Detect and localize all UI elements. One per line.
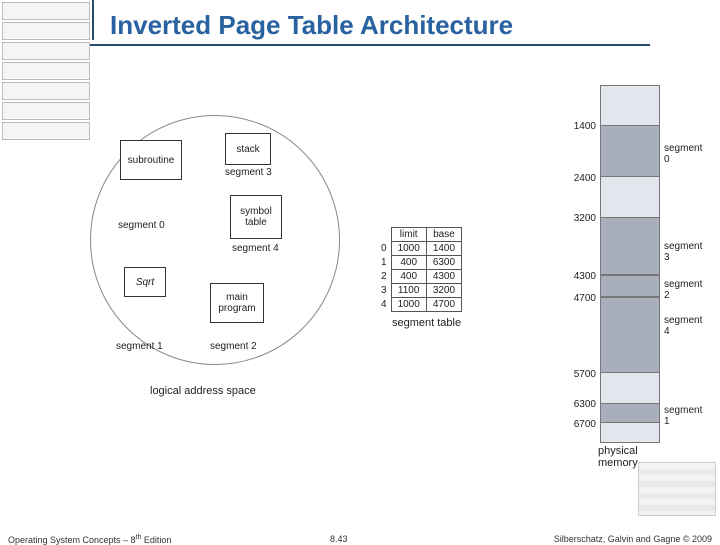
physmem-seg-label: segment 0 [664,143,702,165]
physmem-seg-label: segment 2 [664,279,702,301]
footer-right: Silberschatz, Galvin and Gagne © 2009 [554,534,712,544]
segtable-header-base: base [426,228,461,242]
logical-address-caption: logical address space [150,385,256,397]
table-row: 410004700 [375,298,462,312]
title-underline [90,44,650,46]
physmem-seg-label: segment 4 [664,315,702,337]
segment-table-caption: segment table [392,317,461,329]
segment-box-symbol-table: symbol table [230,195,282,239]
footer-page-number: 8.43 [330,534,348,544]
physmem-addr: 4700 [560,293,596,304]
next-slide-thumbnail[interactable] [638,462,716,516]
segment-table: limitbase 010001400 14006300 24004300 31… [375,227,462,312]
segment-label-4: segment 4 [232,243,279,254]
slide-thumb[interactable] [2,62,90,80]
physmem-addr: 3200 [560,213,596,224]
page-title: Inverted Page Table Architecture [110,10,513,41]
physmem-addr: 2400 [560,173,596,184]
physical-memory-column: segment 0 segment 3 segment 2 segment 4 … [550,85,670,465]
table-row: 311003200 [375,284,462,298]
segment-label-2: segment 2 [210,341,257,352]
segtable-header-limit: limit [391,228,426,242]
segment-label-3: segment 3 [225,167,272,178]
physmem-seg-label: segment 1 [664,405,702,427]
physmem-addr: 4300 [560,271,596,282]
physmem-addr: 5700 [560,369,596,380]
segment-label-0: segment 0 [118,220,165,231]
slide-thumb[interactable] [2,42,90,60]
slide-thumb[interactable] [2,22,90,40]
physmem-addr: 1400 [560,121,596,132]
table-row: 14006300 [375,256,462,270]
table-row: 24004300 [375,270,462,284]
title-vertical-rule [92,0,94,40]
segmentation-diagram: subroutine segment 0 stack segment 3 sym… [20,85,700,485]
segment-box-sqrt: Sqrt [124,267,166,297]
physmem-seg-label: segment 3 [664,241,702,263]
segment-label-1: segment 1 [116,341,163,352]
segment-box-main-program: main program [210,283,264,323]
slide-thumb[interactable] [2,2,90,20]
segment-box-stack: stack [225,133,271,165]
table-row: 010001400 [375,242,462,256]
physmem-addr: 6300 [560,399,596,410]
physmem-addr: 6700 [560,419,596,430]
segment-box-subroutine: subroutine [120,140,182,180]
